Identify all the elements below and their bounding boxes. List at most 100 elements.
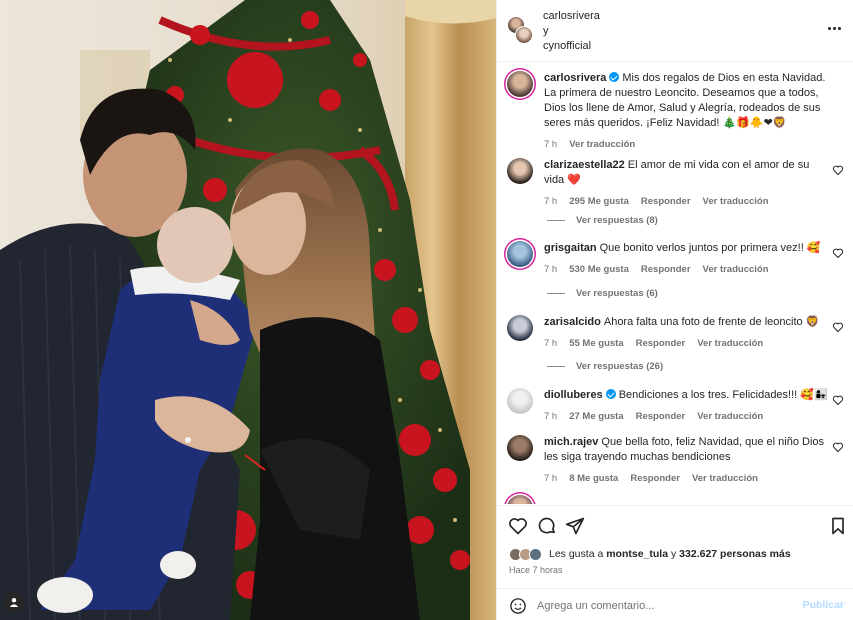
verified-icon [609, 72, 620, 82]
verified-icon [605, 389, 616, 399]
avatar[interactable] [507, 71, 533, 97]
reply-button[interactable]: Responder [630, 473, 680, 484]
heart-icon [832, 322, 844, 333]
heart-icon [832, 442, 844, 453]
comment-username[interactable]: mich.rajev [544, 436, 598, 448]
reply-button[interactable]: Responder [636, 411, 686, 422]
comment-likes[interactable]: 530 Me gusta [569, 264, 629, 275]
avatar[interactable] [507, 158, 533, 184]
comment-time: 7 h [544, 196, 558, 207]
post-authors: carlosrivera y cynofficial [543, 9, 600, 54]
comment-username[interactable]: grisgaitan [544, 242, 597, 254]
save-button[interactable] [828, 516, 848, 536]
avatar[interactable] [507, 241, 533, 267]
comment-time: 7 h [544, 338, 558, 349]
replies-line [547, 366, 565, 367]
like-comment-button[interactable] [832, 394, 844, 406]
likes-text: Les gusta a montse_tula y 332.627 person… [549, 548, 791, 560]
more-horizontal-icon [827, 26, 831, 30]
avatar [529, 547, 542, 561]
emoji-button[interactable] [509, 597, 527, 615]
avatar[interactable] [515, 26, 533, 44]
replies-label: Ver respuestas (6) [576, 288, 658, 299]
publish-button[interactable]: Publicar [803, 599, 844, 611]
collab-avatars[interactable] [507, 14, 535, 44]
translate-link[interactable]: Ver traducción [697, 411, 763, 422]
comment-meta: 7 h 530 Me gusta Responder Ver traducción [544, 262, 830, 277]
post-photo[interactable] [0, 0, 496, 620]
like-comment-button[interactable] [832, 321, 844, 333]
comment-time: 7 h [544, 411, 558, 422]
comment-likes[interactable]: 8 Me gusta [569, 473, 618, 484]
comment-time: 7 h [544, 473, 558, 484]
comment-text: Que bonito verlos juntos por primera vez… [599, 242, 821, 254]
view-replies-button[interactable]: Ver respuestas (6) [547, 288, 658, 299]
comment-likes[interactable]: 27 Me gusta [569, 411, 623, 422]
avatar[interactable] [507, 435, 533, 461]
translate-link[interactable]: Ver traducción [697, 338, 763, 349]
comment-meta: 7 h 27 Me gusta Responder Ver traducción [544, 409, 830, 424]
avatar[interactable] [507, 388, 533, 414]
avatar[interactable] [507, 495, 533, 504]
comment-icon [538, 517, 555, 534]
reply-button[interactable]: Responder [636, 338, 686, 349]
family-christmas-photo [0, 0, 496, 620]
likes-first-user[interactable]: montse_tula [606, 548, 668, 560]
caption-meta: 7 h Ver traducción [544, 137, 830, 152]
share-button[interactable] [565, 516, 585, 536]
comment-username[interactable]: clarizaestella22 [544, 159, 625, 171]
like-comment-button[interactable] [832, 164, 844, 176]
author-link[interactable]: carlosrivera [543, 9, 600, 24]
bookmark-icon [832, 517, 844, 535]
comments-list[interactable]: carlosrivera Mis dos regalos de Dios en e… [497, 63, 853, 504]
comment-username[interactable]: zarisalcido [544, 316, 601, 328]
caption-username[interactable]: carlosrivera [544, 72, 606, 84]
comment-input[interactable] [537, 595, 787, 617]
user-icon [9, 598, 19, 607]
like-button[interactable] [508, 516, 528, 536]
likes-conjunction: y [671, 548, 677, 560]
heart-icon [832, 165, 844, 176]
replies-line [547, 293, 565, 294]
caption-body: carlosrivera Mis dos regalos de Dios en e… [544, 71, 830, 152]
comment-body: mich.rajev Que bella foto, feliz Navidad,… [544, 435, 830, 486]
comment-meta: 7 h 295 Me gusta Responder Ver traducción [544, 194, 830, 209]
post-panel: carlosrivera y cynofficial carlosrivera M… [496, 0, 853, 620]
comment-username[interactable]: diolluberes [544, 389, 603, 401]
heart-icon [832, 248, 844, 259]
translate-link[interactable]: Ver traducción [569, 139, 635, 150]
replies-label: Ver respuestas (26) [576, 361, 664, 372]
heart-icon [509, 518, 527, 535]
author-link[interactable]: cynofficial [543, 39, 600, 54]
post-header: carlosrivera y cynofficial [497, 0, 853, 62]
tagged-users-button[interactable] [4, 592, 24, 612]
replies-line [547, 220, 565, 221]
translate-link[interactable]: Ver traducción [703, 264, 769, 275]
share-icon [565, 517, 585, 535]
like-comment-button[interactable] [832, 247, 844, 259]
comment-likes[interactable]: 295 Me gusta [569, 196, 629, 207]
view-replies-button[interactable]: Ver respuestas (8) [547, 215, 658, 226]
comment-body: diolluberes Bendiciones a los tres. Felic… [544, 388, 830, 424]
avatar[interactable] [507, 315, 533, 341]
translate-link[interactable]: Ver traducción [703, 196, 769, 207]
comment-text: Bendiciones a los tres. Felicidades!!! 🥰… [618, 389, 828, 401]
comment-likes[interactable]: 55 Me gusta [569, 338, 623, 349]
more-options-button[interactable] [824, 20, 844, 36]
view-replies-button[interactable]: Ver respuestas (26) [547, 361, 663, 372]
caption-time: 7 h [544, 139, 558, 150]
like-comment-button[interactable] [832, 441, 844, 453]
reply-button[interactable]: Responder [641, 196, 691, 207]
likes-summary[interactable]: Les gusta a montse_tula y 332.627 person… [509, 547, 791, 561]
comment-text: Ahora falta una foto de frente de leonci… [603, 316, 820, 328]
comment-button[interactable] [537, 516, 557, 536]
more-dot [837, 26, 841, 30]
comment-meta: 7 h 8 Me gusta Responder Ver traducción [544, 471, 830, 486]
comment-body: grisgaitan Que bonito verlos juntos por p… [544, 241, 830, 277]
more-dot [832, 26, 836, 30]
likes-count[interactable]: 332.627 personas más [679, 548, 791, 560]
translate-link[interactable]: Ver traducción [692, 473, 758, 484]
heart-icon [832, 395, 844, 406]
likes-prefix: Les gusta a [549, 548, 604, 560]
reply-button[interactable]: Responder [641, 264, 691, 275]
